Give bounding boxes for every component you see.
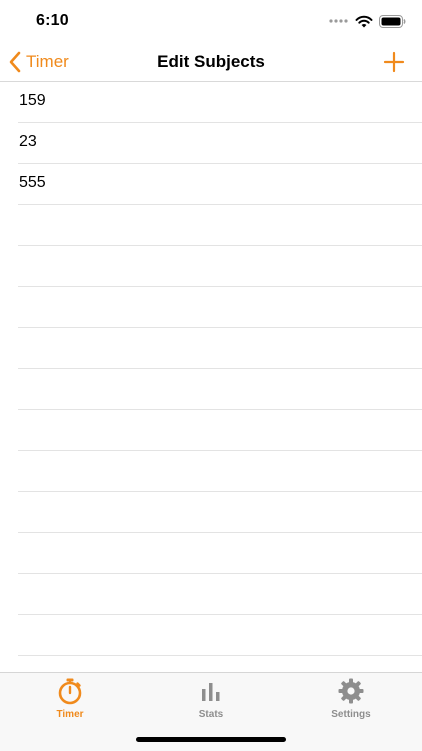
wifi-icon	[355, 15, 373, 27]
tab-settings-label: Settings	[331, 709, 371, 720]
list-item[interactable]	[18, 533, 422, 574]
list-item[interactable]	[18, 328, 422, 369]
subject-list: 159 23 555	[0, 82, 422, 672]
battery-icon	[379, 14, 406, 28]
list-item[interactable]	[18, 451, 422, 492]
home-indicator[interactable]	[136, 737, 286, 742]
tab-stats-label: Stats	[198, 709, 224, 720]
add-subject-button[interactable]	[382, 50, 406, 74]
list-item[interactable]	[18, 615, 422, 656]
tab-timer[interactable]: Timer	[20, 677, 120, 720]
status-bar: 6:10	[0, 0, 422, 44]
list-item[interactable]: 555	[18, 164, 422, 205]
list-item[interactable]	[18, 246, 422, 287]
page-title: Edit Subjects	[157, 52, 265, 71]
list-item[interactable]	[18, 287, 422, 328]
list-item[interactable]	[18, 410, 422, 451]
list-item[interactable]: 23	[18, 123, 422, 164]
list-item-label: 555	[19, 174, 46, 191]
tab-settings[interactable]: Settings	[301, 677, 401, 720]
tab-stats[interactable]: Stats	[161, 677, 261, 720]
bar-chart-icon	[202, 683, 220, 701]
list-item[interactable]	[18, 369, 422, 410]
status-indicators	[329, 13, 406, 29]
cellular-signal-icon	[329, 19, 348, 23]
navigation-bar: Timer Edit Subjects	[0, 44, 422, 82]
list-item[interactable]: 159	[18, 82, 422, 123]
list-item[interactable]	[18, 492, 422, 533]
list-item-label: 159	[19, 92, 46, 109]
tab-timer-label: Timer	[56, 709, 84, 720]
list-item-label: 23	[19, 133, 37, 150]
plus-icon	[383, 51, 405, 73]
status-time: 6:10	[36, 12, 69, 29]
gear-icon	[338, 678, 364, 704]
list-item[interactable]	[18, 205, 422, 246]
list-item[interactable]	[18, 656, 422, 672]
list-item[interactable]	[18, 574, 422, 615]
stopwatch-icon	[58, 678, 82, 705]
